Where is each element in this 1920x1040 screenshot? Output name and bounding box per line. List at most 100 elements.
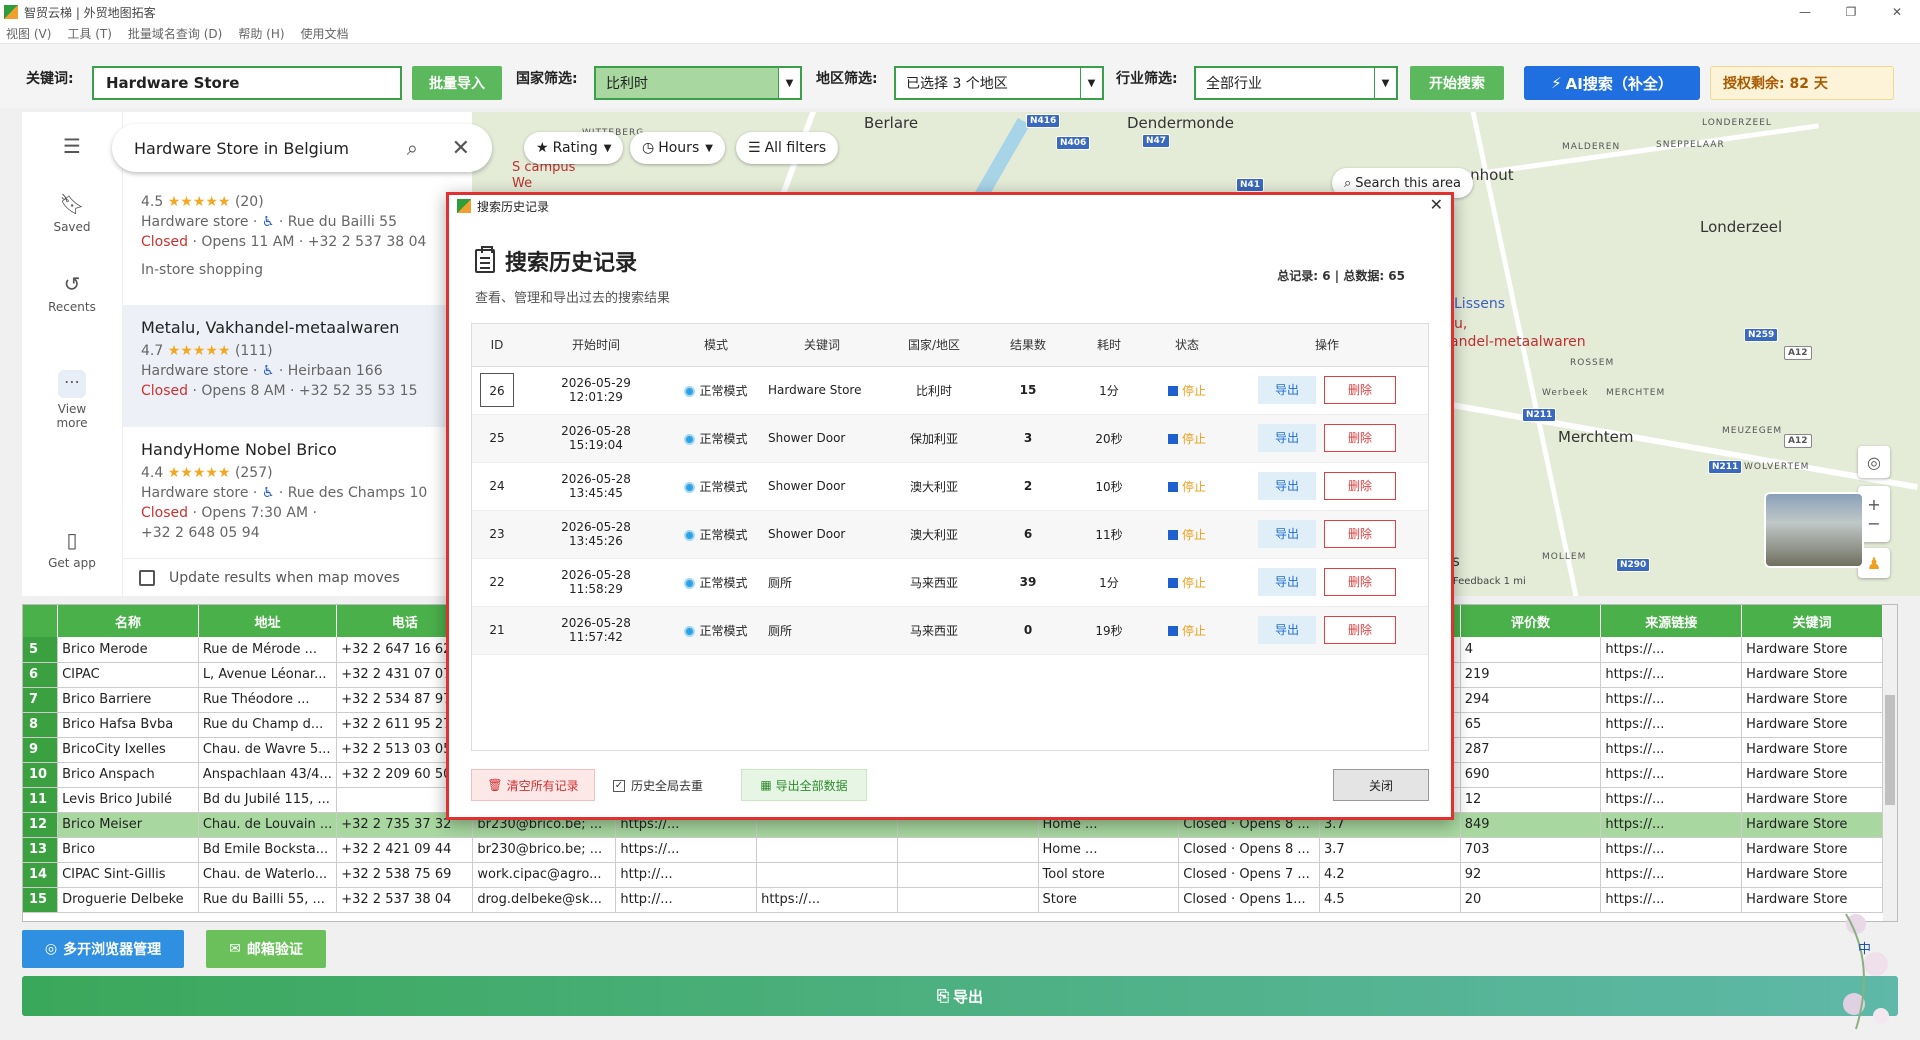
my-location-icon[interactable]: ◎ [1858, 446, 1890, 478]
table-cell[interactable]: +32 2 538 75 69 [336, 862, 474, 888]
table-cell[interactable]: https://... [1600, 687, 1743, 713]
close-window-button[interactable]: ✕ [1874, 0, 1920, 24]
table-cell[interactable]: CIPAC Sint-Gillis [57, 862, 199, 888]
grid-header-reviews[interactable]: 评价数 [1460, 605, 1602, 637]
table-cell[interactable]: +32 2 421 09 44 [336, 837, 474, 863]
table-cell[interactable]: https://... [1600, 887, 1743, 913]
row-number[interactable]: 7 [23, 687, 59, 713]
row-number[interactable]: 10 [23, 762, 59, 788]
table-cell[interactable]: 20 [1460, 887, 1602, 913]
nav-view-more[interactable]: ⋯ View more [22, 370, 122, 430]
menu-tools[interactable]: 工具 (T) [67, 25, 112, 42]
table-cell[interactable]: https://... [1600, 762, 1743, 788]
history-delete-button[interactable]: 删除 [1324, 568, 1396, 596]
table-cell[interactable]: 294 [1460, 687, 1602, 713]
history-row[interactable]: 25 2026-05-28 15:19:04 正常模式 Shower Door 保加利亚 3… [472, 414, 1428, 463]
table-cell[interactable]: Brico Anspach [57, 762, 199, 788]
table-cell[interactable]: Brico Hafsa Bvba [57, 712, 199, 738]
filter-chip-hours[interactable]: ◷ Hours ▼ [630, 132, 725, 164]
region-select[interactable]: 已选择 3 个地区 ▼ [894, 66, 1104, 100]
table-cell[interactable]: https://... [1600, 737, 1743, 763]
result-item[interactable]: 4.5 ★★★★★ (20) Hardware store · ♿︎ · Rue… [141, 192, 481, 280]
table-cell[interactable]: Bd du Jubilé 115, ... [198, 787, 338, 813]
close-icon[interactable]: ✕ [1430, 195, 1443, 214]
table-cell[interactable]: work.cipac@agro... [472, 862, 617, 888]
menu-batch-domain[interactable]: 批量域名查询 (D) [128, 25, 222, 42]
table-cell[interactable]: Rue du Bailli 55, ... [198, 887, 338, 913]
street-view-thumbnail[interactable] [1764, 492, 1864, 568]
table-cell[interactable]: Brico Meiser [57, 812, 199, 838]
search-icon[interactable]: ⌕ [407, 136, 418, 160]
table-row[interactable]: 13 Brico Bd Emile Bocksta... +32 2 421 09 4… [23, 837, 1883, 863]
table-cell[interactable]: https://... [1600, 637, 1743, 663]
grid-header-source[interactable]: 来源链接 [1600, 605, 1743, 637]
table-cell[interactable]: https://... [1600, 862, 1743, 888]
ime-indicator[interactable]: 中 [1858, 938, 1871, 957]
grid-header-name[interactable]: 名称 [57, 605, 199, 637]
table-cell[interactable]: 3.7 [1319, 837, 1461, 863]
export-button[interactable]: ⎘ 导出 [22, 976, 1898, 1016]
nav-get-app[interactable]: ▯ Get app [22, 528, 122, 570]
result-item[interactable]: HandyHome Nobel Brico 4.4 ★★★★★ (257) Ha… [141, 440, 481, 543]
table-row[interactable]: 15 Droguerie Delbeke Rue du Bailli 55, ...… [23, 887, 1883, 913]
table-cell[interactable]: CIPAC [57, 662, 199, 688]
row-number[interactable]: 12 [23, 812, 59, 838]
table-cell[interactable]: Hardware Store [1741, 862, 1883, 888]
table-cell[interactable]: Droguerie Delbeke [57, 887, 199, 913]
table-cell[interactable]: 4.5 [1319, 887, 1461, 913]
table-cell[interactable]: 92 [1460, 862, 1602, 888]
table-cell[interactable]: L, Avenue Léonar... [198, 662, 338, 688]
history-export-button[interactable]: 导出 [1258, 472, 1316, 500]
multi-browser-button[interactable]: ◎ 多开浏览器管理 [22, 930, 184, 968]
table-cell[interactable]: https://... [1600, 712, 1743, 738]
table-cell[interactable]: Rue de Mérode ... [198, 637, 338, 663]
table-cell[interactable]: http://... [615, 887, 758, 913]
table-cell[interactable]: br230@brico.be; ... [472, 837, 617, 863]
table-cell[interactable]: +32 2 537 38 04 [336, 887, 474, 913]
table-cell[interactable]: Closed · Opens 1... [1178, 887, 1320, 913]
history-export-button[interactable]: 导出 [1258, 376, 1316, 404]
history-export-button[interactable]: 导出 [1258, 568, 1316, 596]
table-cell[interactable]: Anspachlaan 43/4... [198, 762, 338, 788]
table-row[interactable]: 14 CIPAC Sint-Gillis Chau. de Waterlo... +3… [23, 862, 1883, 888]
table-cell[interactable]: https://... [1600, 837, 1743, 863]
email-verify-button[interactable]: ✉ 邮箱验证 [206, 930, 326, 968]
nav-saved[interactable]: 🔖︎ Saved [22, 192, 122, 234]
history-row[interactable]: 22 2026-05-28 11:58:29 正常模式 厕所 马来西亚 39 1分 停止 导出 删除 [472, 558, 1428, 607]
batch-import-button[interactable]: 批量导入 [412, 66, 502, 100]
table-cell[interactable] [756, 837, 898, 863]
table-cell[interactable]: drog.delbeke@sk... [472, 887, 617, 913]
dialog-close-button[interactable]: 关闭 [1333, 769, 1429, 801]
history-delete-button[interactable]: 删除 [1324, 472, 1396, 500]
table-cell[interactable]: Hardware Store [1741, 687, 1883, 713]
menu-view[interactable]: 视图 (V) [6, 25, 51, 42]
global-dedupe-checkbox[interactable]: ✓ 历史全局去重 [613, 777, 703, 794]
history-row[interactable]: 24 2026-05-28 13:45:45 正常模式 Shower Door 澳大利亚 2… [472, 462, 1428, 511]
table-cell[interactable]: 65 [1460, 712, 1602, 738]
table-cell[interactable]: Brico Barriere [57, 687, 199, 713]
table-cell[interactable]: https://... [1600, 787, 1743, 813]
zoom-out-icon[interactable]: − [1867, 514, 1880, 533]
row-number[interactable]: 5 [23, 637, 59, 663]
menu-icon[interactable]: ☰ [22, 134, 122, 162]
table-cell[interactable]: Hardware Store [1741, 662, 1883, 688]
maps-search-box[interactable]: Hardware Store in Belgium ⌕ ✕ [112, 124, 492, 172]
history-row[interactable]: 26 2026-05-29 12:01:29 正常模式 Hardware Store 比利… [472, 366, 1428, 415]
table-cell[interactable]: Hardware Store [1741, 637, 1883, 663]
table-cell[interactable]: Chau. de Waterlo... [198, 862, 338, 888]
start-search-button[interactable]: 开始搜索 [1410, 66, 1504, 100]
table-cell[interactable] [897, 837, 1039, 863]
table-cell[interactable]: Brico Merode [57, 637, 199, 663]
row-number[interactable]: 13 [23, 837, 59, 863]
table-cell[interactable]: 4.2 [1319, 862, 1461, 888]
ai-search-button[interactable]: ⚡ AI搜索（补全） [1524, 66, 1700, 100]
menu-help[interactable]: 帮助 (H) [238, 25, 284, 42]
table-cell[interactable]: 287 [1460, 737, 1602, 763]
close-icon[interactable]: ✕ [452, 136, 470, 161]
table-cell[interactable]: Rue Théodore ... [198, 687, 338, 713]
zoom-in-icon[interactable]: + [1867, 495, 1880, 514]
table-cell[interactable]: Hardware Store [1741, 762, 1883, 788]
table-cell[interactable]: Brico [57, 837, 199, 863]
table-cell[interactable]: Closed · Opens 8 ... [1178, 837, 1320, 863]
export-all-button[interactable]: ▦ 导出全部数据 [741, 769, 867, 801]
